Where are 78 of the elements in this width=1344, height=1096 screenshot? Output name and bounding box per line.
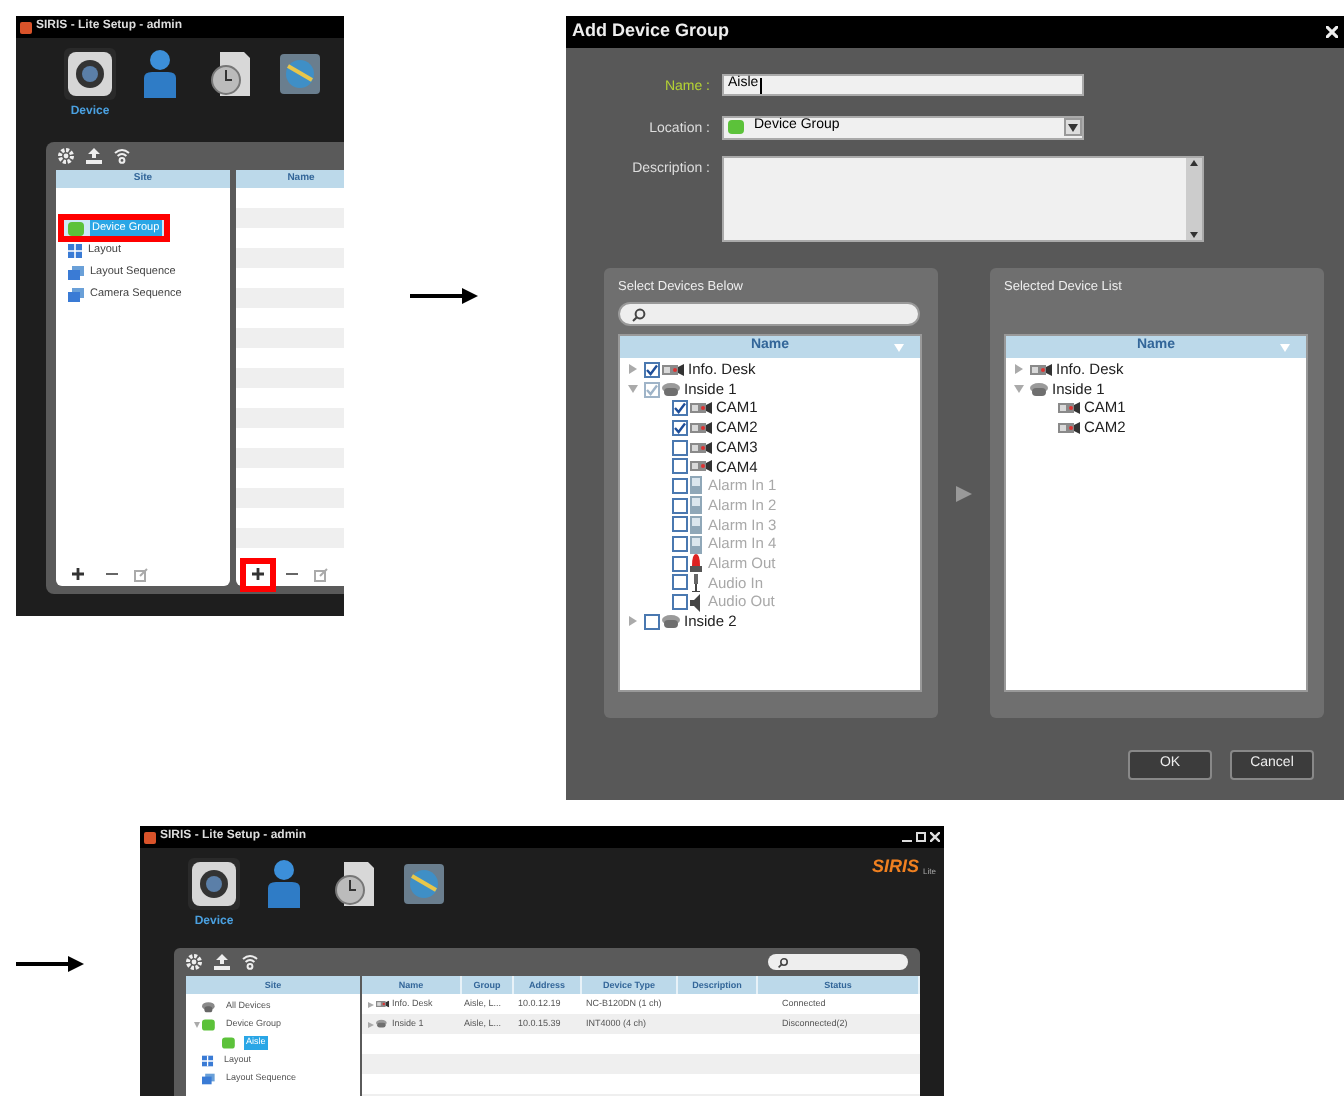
- cube-icon: [68, 221, 84, 235]
- siren-icon: [690, 554, 702, 573]
- arrow-icon: [410, 288, 478, 304]
- dome-camera-icon: [376, 1019, 387, 1029]
- checkbox[interactable]: [672, 555, 688, 572]
- camera-icon: [690, 421, 712, 434]
- arrow-icon: [16, 956, 84, 972]
- scroll-down-icon[interactable]: [1190, 232, 1198, 238]
- camera-icon: [690, 402, 712, 415]
- camera-icon: [68, 52, 112, 96]
- checkbox[interactable]: [672, 400, 688, 417]
- document-clock-icon: [210, 52, 250, 96]
- plus-icon: [252, 568, 264, 580]
- checkbox[interactable]: [672, 574, 688, 591]
- search-field[interactable]: [618, 302, 920, 326]
- checkbox[interactable]: [672, 458, 688, 475]
- search-icon: [778, 957, 788, 967]
- camera-icon: [1030, 363, 1052, 376]
- nav-tab[interactable]: [398, 858, 450, 910]
- upload-icon[interactable]: [86, 148, 102, 164]
- maximize-icon[interactable]: [916, 832, 926, 842]
- checkbox[interactable]: [672, 536, 688, 553]
- upload-icon[interactable]: [214, 954, 230, 970]
- minus-icon[interactable]: [106, 568, 118, 580]
- plus-icon: [72, 568, 84, 580]
- nav-tab[interactable]: [274, 48, 326, 100]
- camera-icon: [376, 1000, 390, 1008]
- check-icon: [646, 363, 658, 376]
- checkbox[interactable]: [644, 361, 660, 378]
- checkbox[interactable]: [672, 497, 688, 514]
- wifi-icon[interactable]: [114, 148, 130, 164]
- document-clock-icon: [334, 862, 374, 906]
- add-button[interactable]: [66, 563, 90, 585]
- camera-icon: [192, 862, 236, 906]
- person-icon: [144, 50, 176, 98]
- checkbox[interactable]: [672, 516, 688, 533]
- dome-camera-icon: [662, 381, 680, 398]
- grid-icon: [68, 243, 82, 257]
- grid-icon: [202, 1055, 214, 1068]
- layers-icon: [202, 1073, 215, 1086]
- checkbox[interactable]: [672, 594, 688, 611]
- dome-camera-icon: [662, 613, 680, 630]
- checkbox[interactable]: [672, 439, 688, 456]
- wifi-icon[interactable]: [242, 954, 258, 970]
- speaker-icon: [690, 593, 704, 612]
- close-icon[interactable]: [1326, 26, 1338, 38]
- camera-icon: [690, 441, 712, 454]
- devices-icon: [202, 1001, 215, 1014]
- close-icon[interactable]: [930, 832, 940, 842]
- nav-tab[interactable]: [64, 48, 116, 100]
- camera-icon: [690, 460, 712, 473]
- scroll-up-icon[interactable]: [1190, 160, 1198, 166]
- scrollbar[interactable]: [1186, 158, 1202, 240]
- nav-tab[interactable]: [188, 858, 240, 910]
- disk-icon: [404, 864, 444, 904]
- dropdown-arrow-icon: [1064, 118, 1082, 136]
- search-field[interactable]: [768, 954, 908, 970]
- app-icon: [20, 21, 32, 33]
- description-field[interactable]: [722, 156, 1204, 242]
- move-right-icon[interactable]: [956, 485, 972, 501]
- camera-icon: [662, 363, 684, 376]
- checkbox[interactable]: [672, 477, 688, 494]
- camera-icon: [1058, 421, 1080, 434]
- search-icon: [632, 307, 646, 321]
- minus-icon[interactable]: [286, 568, 298, 580]
- person-icon: [268, 860, 300, 908]
- text-cursor: [760, 77, 763, 93]
- checkbox[interactable]: [672, 419, 688, 436]
- settings-icon[interactable]: [58, 148, 74, 164]
- app-icon: [144, 831, 156, 843]
- settings-icon[interactable]: [186, 954, 202, 970]
- checkbox[interactable]: [644, 613, 660, 630]
- cube-icon: [728, 120, 744, 134]
- dialog-title: Add Device Group: [572, 18, 730, 45]
- dome-camera-icon: [1030, 381, 1048, 398]
- camera-icon: [1058, 402, 1080, 415]
- disk-icon: [280, 54, 320, 94]
- microphone-icon: [690, 573, 702, 592]
